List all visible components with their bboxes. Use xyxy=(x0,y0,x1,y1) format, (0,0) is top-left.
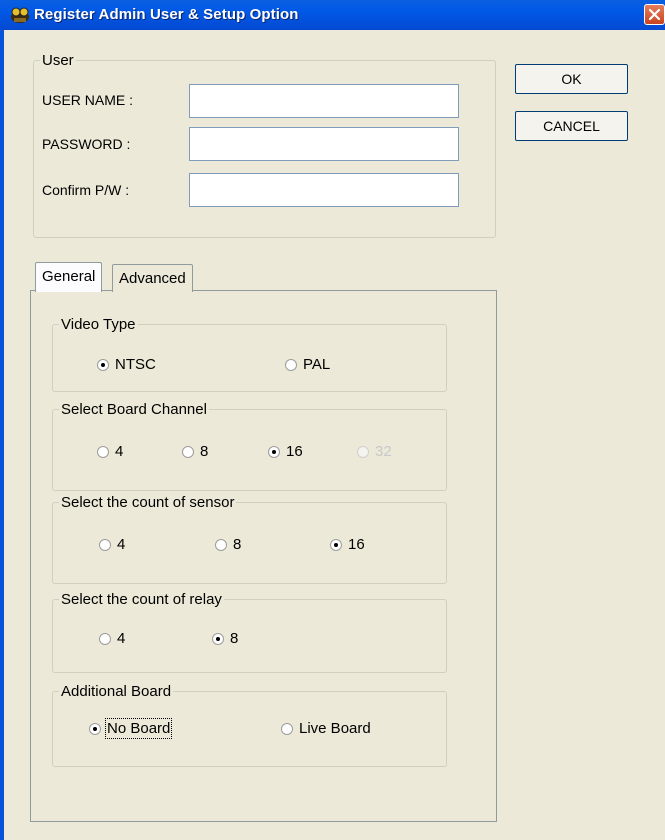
radio-channel-8-label: 8 xyxy=(200,443,209,460)
radio-live-board[interactable]: Live Board xyxy=(281,720,371,737)
user-group-legend: User xyxy=(42,52,74,69)
radio-channel-16-label: 16 xyxy=(286,443,303,460)
radio-relay-4-label: 4 xyxy=(117,630,126,647)
radio-channel-4-label: 4 xyxy=(115,443,124,460)
window-title: Register Admin User & Setup Option xyxy=(34,6,299,23)
radio-sensor-16[interactable]: 16 xyxy=(330,536,365,553)
tab-advanced[interactable]: Advanced xyxy=(112,264,193,292)
additional-board-legend: Additional Board xyxy=(61,683,172,700)
radio-channel-32: 32 xyxy=(357,443,392,460)
radio-sensor-16-label: 16 xyxy=(348,536,365,553)
radio-channel-8[interactable]: 8 xyxy=(182,443,208,460)
relay-count-legend: Select the count of relay xyxy=(61,591,222,608)
radio-no-board-label: No Board xyxy=(104,718,173,739)
video-type-legend: Video Type xyxy=(61,316,136,333)
tab-general[interactable]: General xyxy=(35,262,103,292)
radio-channel-4[interactable]: 4 xyxy=(97,443,123,460)
radio-pal[interactable]: PAL xyxy=(285,356,330,373)
sensor-count-legend: Select the count of sensor xyxy=(61,494,235,511)
board-channel-legend: Select Board Channel xyxy=(61,401,207,418)
radio-channel-16[interactable]: 16 xyxy=(268,443,303,460)
app-icon xyxy=(10,6,30,24)
confirm-password-input[interactable] xyxy=(189,173,459,207)
radio-relay-8-label: 8 xyxy=(230,630,239,647)
radio-relay-8[interactable]: 8 xyxy=(212,630,238,647)
radio-relay-4[interactable]: 4 xyxy=(99,630,125,647)
password-label: PASSWORD : xyxy=(42,136,131,152)
window-frame-left xyxy=(0,30,4,840)
ok-button[interactable]: OK xyxy=(515,64,628,94)
radio-ntsc-label: NTSC xyxy=(115,356,156,373)
close-button[interactable] xyxy=(644,4,665,25)
username-input[interactable] xyxy=(189,84,459,118)
radio-ntsc[interactable]: NTSC xyxy=(97,356,156,373)
radio-sensor-4[interactable]: 4 xyxy=(99,536,125,553)
confirm-password-label: Confirm P/W : xyxy=(42,182,130,198)
close-icon xyxy=(648,8,661,21)
radio-sensor-4-label: 4 xyxy=(117,536,126,553)
radio-pal-label: PAL xyxy=(303,356,331,373)
radio-sensor-8[interactable]: 8 xyxy=(215,536,241,553)
cancel-button[interactable]: CANCEL xyxy=(515,111,628,141)
radio-no-board[interactable]: No Board xyxy=(89,718,173,739)
password-input[interactable] xyxy=(189,127,459,161)
radio-sensor-8-label: 8 xyxy=(233,536,242,553)
radio-channel-32-label: 32 xyxy=(375,443,392,460)
username-label: USER NAME : xyxy=(42,92,134,108)
radio-live-board-label: Live Board xyxy=(299,720,371,737)
video-type-group: Video Type xyxy=(52,316,447,392)
title-bar: Register Admin User & Setup Option xyxy=(0,0,665,30)
